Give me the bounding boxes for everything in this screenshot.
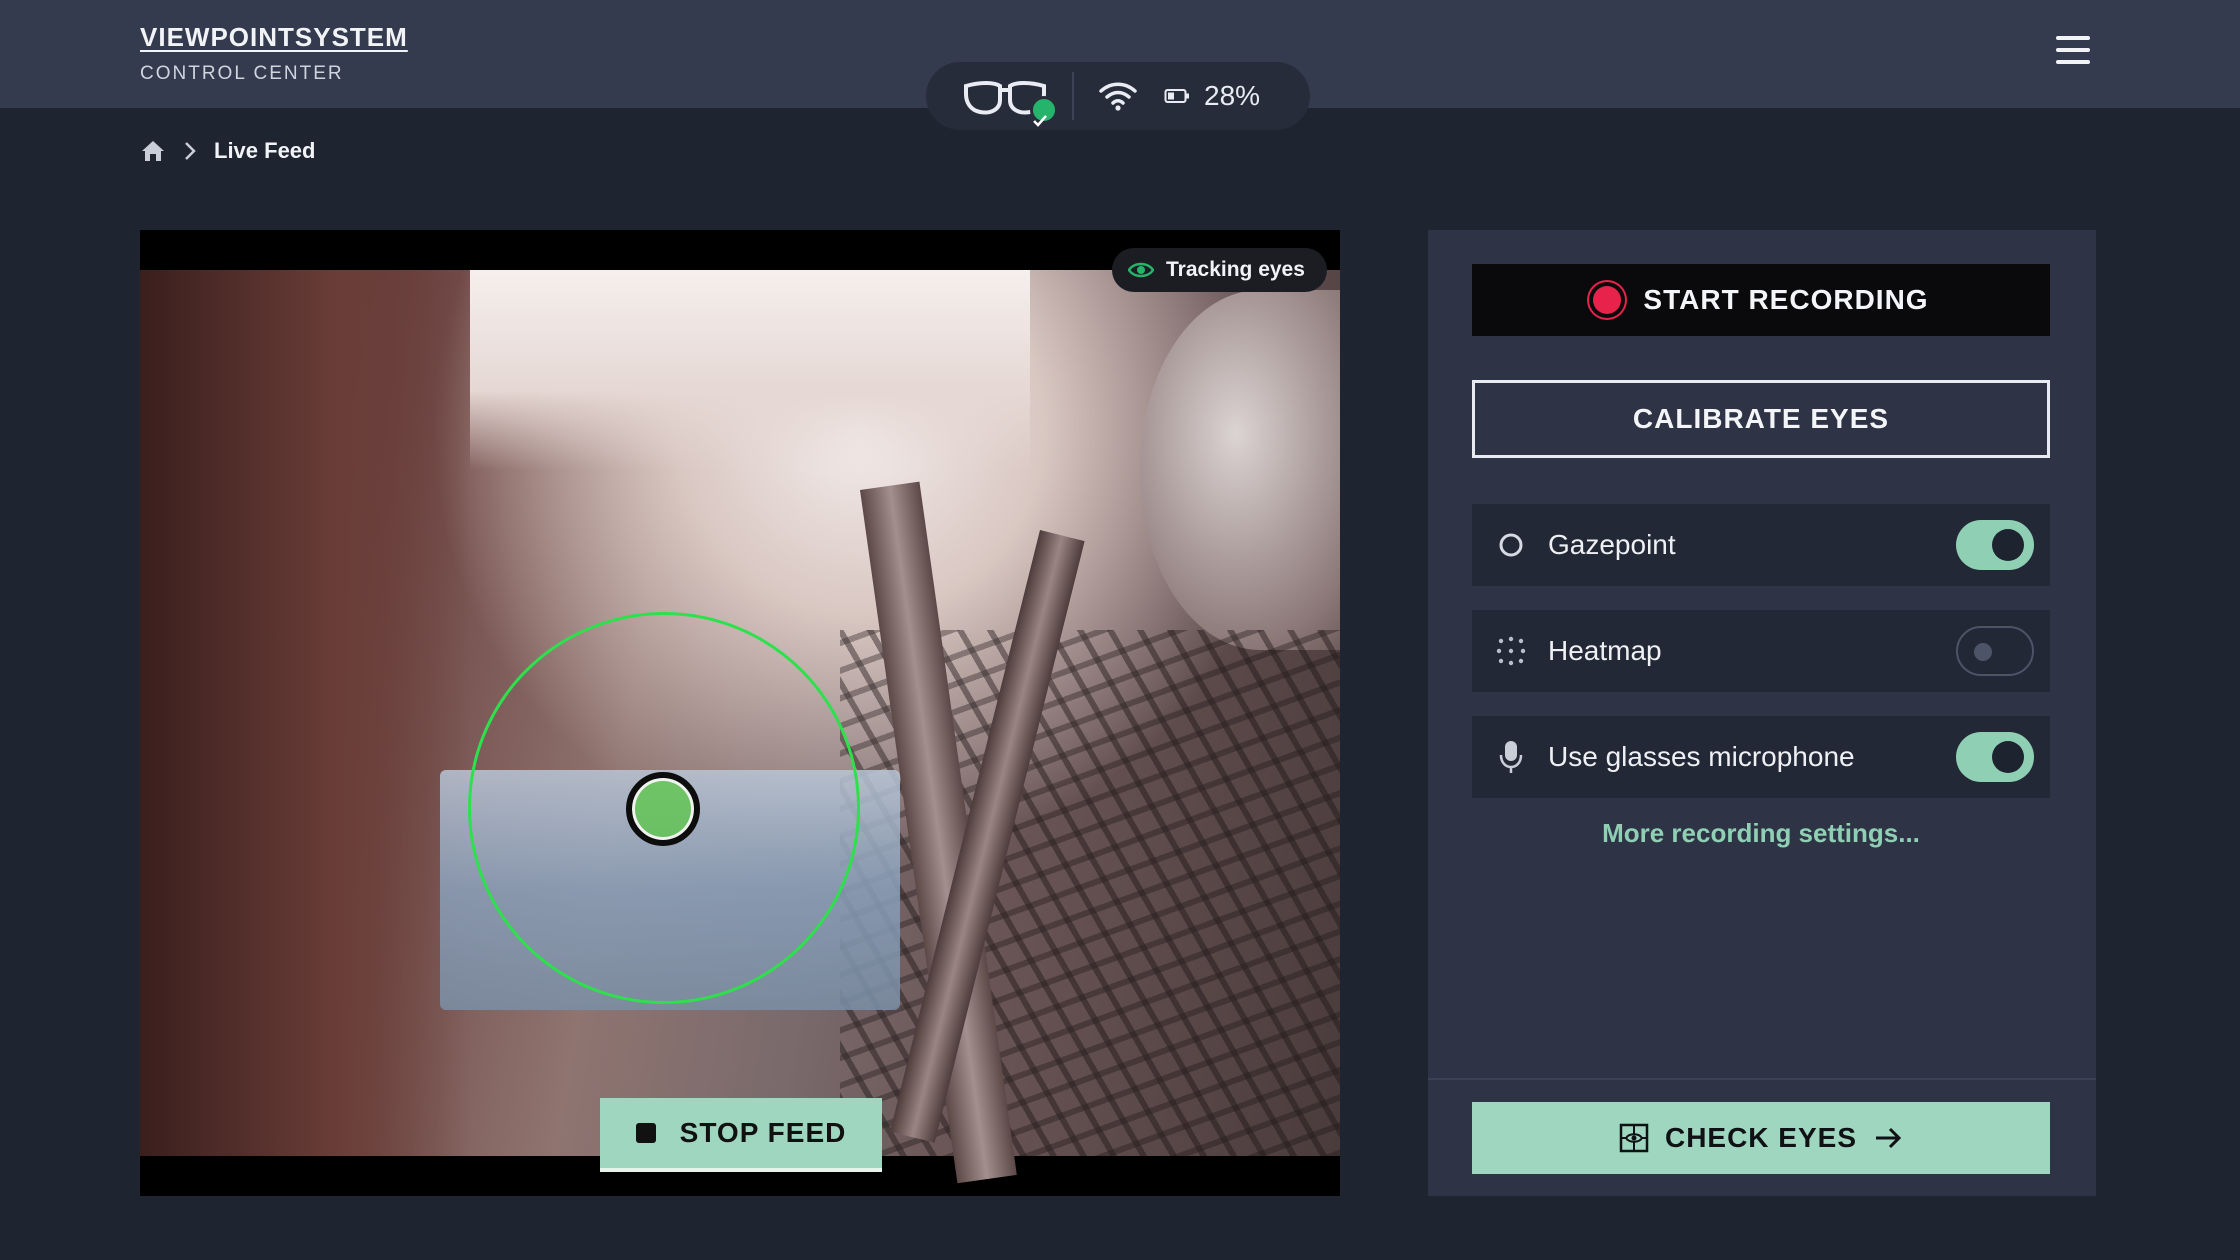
calibrate-eyes-button[interactable]: CALIBRATE EYES	[1472, 380, 2050, 458]
home-icon[interactable]	[140, 139, 166, 163]
calibrate-eyes-label: CALIBRATE EYES	[1632, 403, 1890, 434]
chevron-right-icon	[185, 142, 196, 160]
scene-tank	[1140, 290, 1340, 650]
stop-icon	[635, 1123, 656, 1143]
brand-logo[interactable]: VIEWPOINTSYSTEM CONTROL CENTER	[140, 22, 408, 85]
check-eyes-button[interactable]: CHECK EYES	[1472, 1102, 2050, 1174]
toggle-label: Heatmap	[1548, 635, 1662, 666]
brand-subtitle: CONTROL CENTER	[140, 63, 344, 84]
microphone-switch[interactable]	[1956, 732, 2034, 782]
tracking-status-text: Tracking eyes	[1166, 258, 1305, 281]
breadcrumb: Live Feed	[140, 138, 315, 164]
start-recording-button[interactable]: START RECORDING	[1472, 264, 2050, 336]
check-eyes-label: CHECK EYES	[1664, 1122, 1858, 1153]
glasses-status[interactable]	[960, 62, 1060, 130]
tracking-status-badge: Tracking eyes	[1112, 248, 1327, 292]
toggle-label: Gazepoint	[1548, 529, 1676, 560]
hamburger-menu-icon[interactable]	[2056, 36, 2090, 70]
heatmap-icon	[1492, 632, 1530, 670]
toggle-row-gazepoint[interactable]: Gazepoint	[1472, 504, 2050, 586]
scene-left-structure	[140, 270, 470, 1156]
battery-status: 28%	[1164, 80, 1260, 112]
top-bar: VIEWPOINTSYSTEM CONTROL CENTER 28%	[0, 0, 2240, 130]
record-icon	[1593, 286, 1622, 314]
arrow-right-icon	[1876, 1127, 1902, 1149]
toggle-row-heatmap[interactable]: Heatmap	[1472, 610, 2050, 692]
start-recording-label: START RECORDING	[1643, 284, 1929, 315]
device-status-pill: 28%	[926, 62, 1310, 130]
more-recording-settings-link[interactable]: More recording settings...	[1472, 818, 2050, 849]
target-eye-icon	[1619, 1123, 1649, 1153]
brand-name: VIEWPOINTSYSTEM	[140, 22, 408, 52]
heatmap-switch[interactable]	[1956, 626, 2034, 676]
toggle-label: Use glasses microphone	[1548, 741, 1855, 772]
panel-divider	[1428, 1078, 2096, 1080]
gazepoint-switch[interactable]	[1956, 520, 2034, 570]
wifi-icon	[1098, 76, 1142, 116]
breadcrumb-current: Live Feed	[214, 138, 316, 163]
battery-icon	[1164, 89, 1189, 103]
eye-icon	[1128, 262, 1154, 278]
microphone-icon	[1492, 738, 1530, 776]
recording-panel: START RECORDING CALIBRATE EYES Gazepoint…	[1428, 230, 2096, 1196]
stop-feed-label: STOP FEED	[679, 1117, 847, 1148]
toggle-row-microphone[interactable]: Use glasses microphone	[1472, 716, 2050, 798]
battery-percentage: 28%	[1204, 80, 1261, 111]
gazepoint-marker	[626, 772, 700, 846]
gazepoint-icon	[1492, 526, 1530, 564]
scene-sky	[470, 270, 1030, 470]
connected-check-icon	[1030, 96, 1058, 127]
stop-feed-button[interactable]: STOP FEED	[600, 1098, 882, 1172]
status-divider	[1072, 72, 1074, 120]
